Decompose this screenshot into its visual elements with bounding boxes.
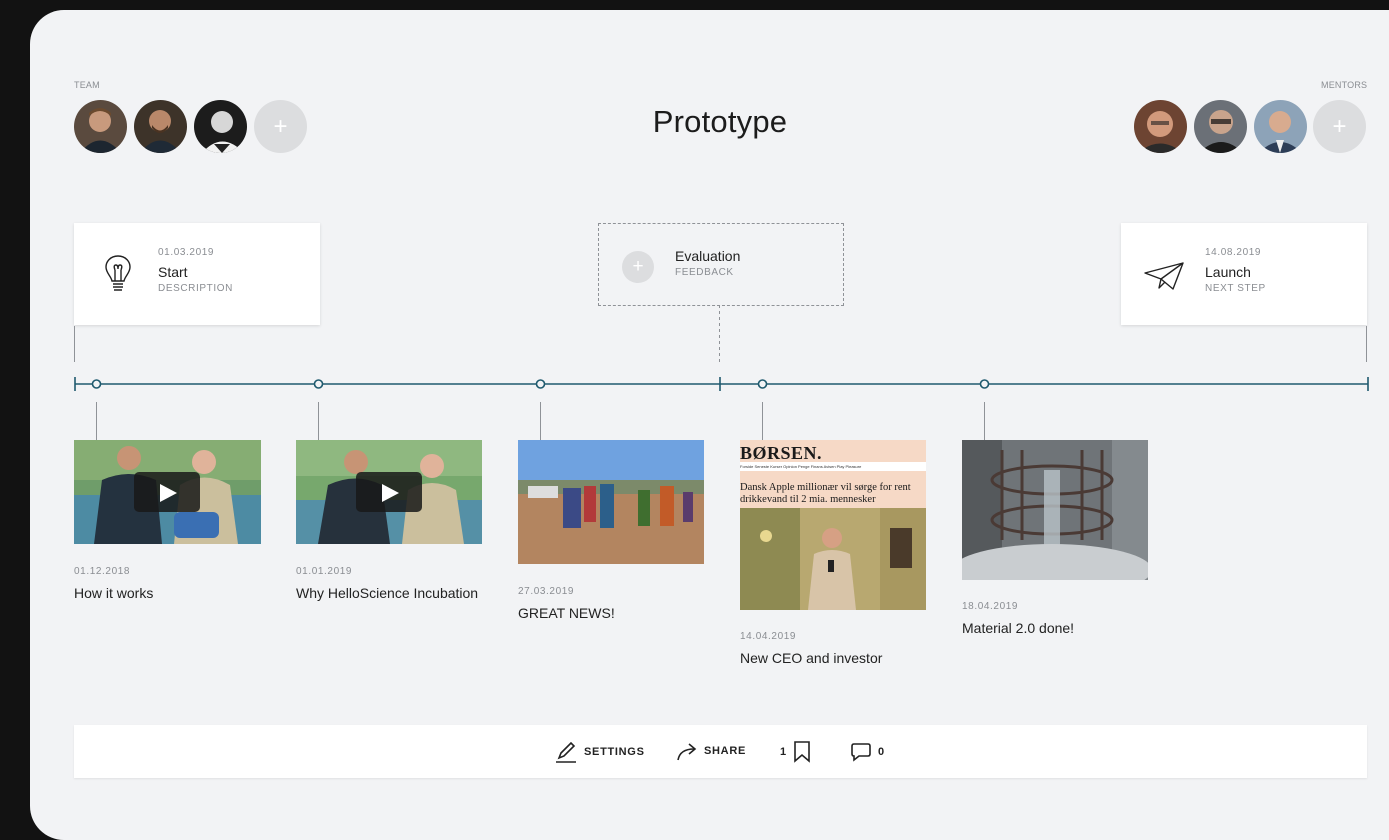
action-bar: SETTINGS SHARE 1 0 — [74, 725, 1367, 778]
article-nav: Forside Seneste Kurser Opinion Penge Fin… — [740, 462, 926, 471]
comments-button[interactable]: 0 — [850, 742, 885, 762]
post-1-video-thumbnail[interactable] — [74, 440, 261, 544]
post-5-image[interactable] — [962, 440, 1148, 580]
post-4-article-thumbnail[interactable]: BØRSEN. Forside Seneste Kurser Opinion P… — [740, 440, 926, 610]
article-photo — [740, 508, 926, 610]
comment-count: 0 — [878, 746, 885, 758]
post-2: 01.01.2019 Why HelloScience Incubation — [296, 566, 496, 601]
post-1-date: 01.12.2018 — [74, 566, 131, 577]
timeline-point-3 — [535, 379, 546, 389]
play-icon[interactable] — [134, 472, 200, 512]
post-3-image[interactable] — [518, 440, 704, 564]
post-4: 14.04.2019 New CEO and investor — [740, 631, 940, 666]
bookmark-count: 1 — [780, 746, 787, 758]
timeline-point-4 — [757, 379, 768, 389]
share-label: SHARE — [704, 745, 747, 757]
post-3-date: 27.03.2019 — [518, 586, 575, 597]
timeline-point-1 — [91, 379, 102, 389]
share-arrow-icon — [677, 743, 697, 761]
post-5-title[interactable]: Material 2.0 done! — [962, 621, 1162, 636]
post-5: 18.04.2019 Material 2.0 done! — [962, 601, 1162, 636]
comment-icon — [851, 743, 871, 762]
timeline-point-5 — [979, 379, 990, 389]
settings-button[interactable]: SETTINGS — [555, 741, 645, 763]
bookmark-button[interactable]: 1 — [780, 741, 811, 763]
post-1: 01.12.2018 How it works — [74, 566, 274, 601]
pencil-icon — [556, 741, 576, 763]
post-2-title[interactable]: Why HelloScience Incubation — [296, 586, 496, 601]
article-masthead: BØRSEN. — [740, 443, 823, 463]
post-2-date: 01.01.2019 — [296, 566, 353, 577]
post-5-date: 18.04.2019 — [962, 601, 1019, 612]
play-icon[interactable] — [356, 472, 422, 512]
settings-label: SETTINGS — [584, 746, 645, 758]
post-1-title[interactable]: How it works — [74, 586, 274, 601]
timeline-point-2 — [313, 379, 324, 389]
timeline — [74, 305, 1369, 440]
article-headline: Dansk Apple millionær vil sørge for rent… — [740, 482, 911, 505]
post-4-date: 14.04.2019 — [740, 631, 797, 642]
post-3: 27.03.2019 GREAT NEWS! — [518, 586, 718, 621]
post-2-video-thumbnail[interactable] — [296, 440, 482, 544]
post-3-title[interactable]: GREAT NEWS! — [518, 606, 718, 621]
share-button[interactable]: SHARE — [676, 741, 746, 761]
bookmark-icon — [794, 741, 810, 763]
post-4-title[interactable]: New CEO and investor — [740, 651, 940, 666]
